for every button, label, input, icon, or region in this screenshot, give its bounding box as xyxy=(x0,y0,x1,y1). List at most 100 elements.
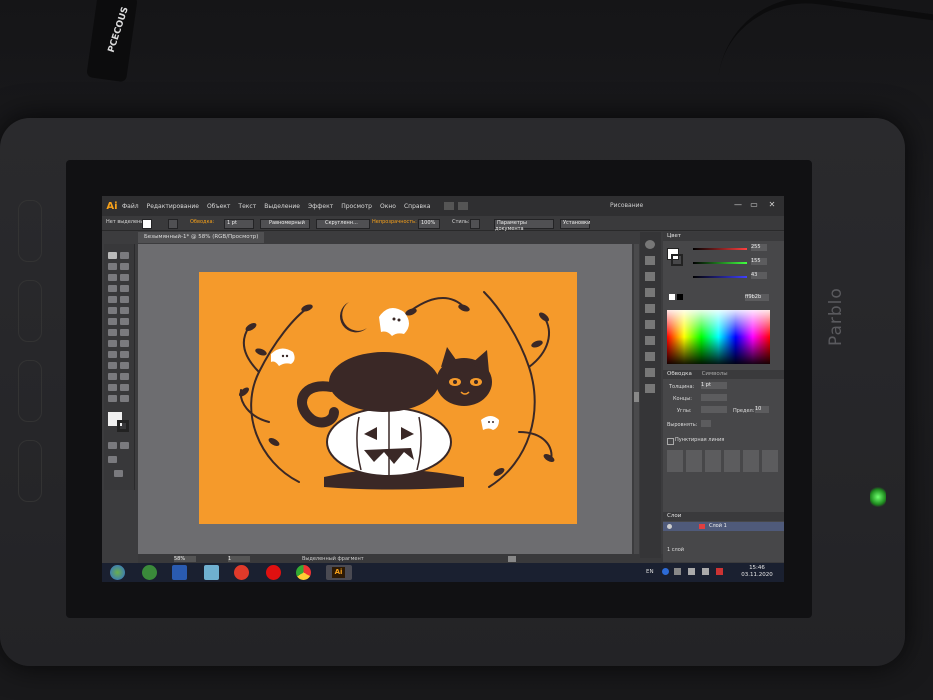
language-indicator[interactable]: EN xyxy=(646,569,654,575)
color-panel-icon[interactable] xyxy=(645,240,655,249)
pencil-tool-icon[interactable] xyxy=(108,307,117,314)
layer-name[interactable]: Слой 1 xyxy=(709,522,727,531)
color-mode-icon[interactable] xyxy=(108,442,117,449)
gradient-tool-icon[interactable] xyxy=(120,351,129,358)
free-transform-tool-icon[interactable] xyxy=(120,329,129,336)
transform-panel-icon[interactable] xyxy=(645,352,655,361)
blend-tool-icon[interactable] xyxy=(120,362,129,369)
ok-icon[interactable] xyxy=(234,565,249,580)
zoom-field[interactable]: 58% xyxy=(174,556,196,562)
hex-value[interactable]: ff9b2b xyxy=(745,294,769,301)
arrange-icon[interactable] xyxy=(458,202,469,210)
artboard-number-field[interactable]: 1 xyxy=(228,556,250,562)
tab-stroke[interactable]: Обводка xyxy=(663,371,692,377)
workspace-switcher[interactable]: Рисование xyxy=(610,202,643,209)
network-tray-icon[interactable] xyxy=(688,568,695,575)
menu-window[interactable]: Окно xyxy=(380,203,396,210)
illustrator-taskbar-button[interactable]: Ai xyxy=(326,565,352,580)
document-settings-button[interactable]: Параметры документа xyxy=(494,219,554,232)
eraser-tool-icon[interactable] xyxy=(120,307,129,314)
selection-tool-icon[interactable] xyxy=(108,252,117,259)
appearance-panel-icon[interactable] xyxy=(645,336,655,345)
menu-type[interactable]: Текст xyxy=(238,203,256,210)
line-tool-icon[interactable] xyxy=(120,285,129,292)
menu-help[interactable]: Справка xyxy=(404,203,430,210)
stroke-label[interactable]: Обводка: xyxy=(190,219,214,225)
fill-swatch[interactable] xyxy=(142,219,152,229)
minimize-button[interactable]: — xyxy=(732,200,744,210)
paintbrush-tool-icon[interactable] xyxy=(120,296,129,303)
bridge-icon[interactable] xyxy=(444,202,455,210)
align-stroke-buttons[interactable] xyxy=(701,420,711,427)
align-panel-icon[interactable] xyxy=(645,368,655,377)
menu-edit[interactable]: Редактирование xyxy=(147,203,199,210)
corner-buttons[interactable] xyxy=(701,406,727,413)
shape-builder-tool-icon[interactable] xyxy=(108,340,117,347)
style-swatch[interactable] xyxy=(470,219,480,229)
weight-field[interactable]: 1 pt xyxy=(701,382,727,389)
document-tab[interactable]: Безымянный-1* @ 58% (RGB/Просмотр) xyxy=(138,232,265,243)
dashed-line-checkbox[interactable] xyxy=(667,438,674,445)
eye-icon[interactable] xyxy=(667,524,672,529)
stroke-swatch[interactable] xyxy=(168,219,178,229)
notification-tray-icon[interactable] xyxy=(716,568,723,575)
layers-panel-title[interactable]: Слои xyxy=(663,512,784,521)
preferences-button[interactable]: Установки xyxy=(560,219,590,229)
guide-panel-icon[interactable] xyxy=(645,256,655,265)
menu-effect[interactable]: Эффект xyxy=(308,203,333,210)
perspective-tool-icon[interactable] xyxy=(120,340,129,347)
mesh-tool-icon[interactable] xyxy=(108,351,117,358)
color-panel-stroke[interactable] xyxy=(671,254,683,266)
vertical-scroll-thumb[interactable] xyxy=(634,392,639,402)
direct-selection-tool-icon[interactable] xyxy=(120,252,129,259)
horizontal-scroll-thumb[interactable] xyxy=(508,556,516,562)
blue-slider[interactable] xyxy=(693,276,747,278)
rotate-tool-icon[interactable] xyxy=(108,318,117,325)
green-slider[interactable] xyxy=(693,262,747,264)
color-panel-title[interactable]: Цвет xyxy=(663,232,784,241)
layer-row[interactable]: Слой 1 xyxy=(663,522,784,531)
white-swatch[interactable] xyxy=(669,294,675,300)
screen-mode-icon[interactable] xyxy=(114,470,123,477)
graphic-styles-panel-icon[interactable] xyxy=(645,320,655,329)
start-button-icon[interactable] xyxy=(110,565,125,580)
swatches-panel-icon[interactable] xyxy=(645,272,655,281)
tray-arrow-icon[interactable] xyxy=(674,568,681,575)
rectangle-tool-icon[interactable] xyxy=(108,296,117,303)
maximize-button[interactable]: ▭ xyxy=(748,200,760,210)
symbol-sprayer-tool-icon[interactable] xyxy=(108,373,117,380)
chrome-icon[interactable] xyxy=(296,565,311,580)
scale-tool-icon[interactable] xyxy=(120,318,129,325)
volume-tray-icon[interactable] xyxy=(702,568,709,575)
red-value[interactable]: 255 xyxy=(751,244,767,251)
draw-mode-icon[interactable] xyxy=(108,456,117,463)
limit-field[interactable]: 10 xyxy=(755,406,769,413)
dash-gap-fields[interactable] xyxy=(667,450,779,472)
black-swatch[interactable] xyxy=(677,294,683,300)
brushes-panel-icon[interactable] xyxy=(645,288,655,297)
type-tool-icon[interactable] xyxy=(108,285,117,292)
graph-tool-icon[interactable] xyxy=(120,373,129,380)
opacity-label[interactable]: Непрозрачность: xyxy=(372,219,417,225)
brush-select[interactable]: Скругленн... xyxy=(316,219,370,229)
menu-view[interactable]: Просмотр xyxy=(341,203,372,210)
utorrent-icon[interactable] xyxy=(142,565,157,580)
red-slider[interactable] xyxy=(693,248,747,250)
green-value[interactable]: 155 xyxy=(751,258,767,265)
symbols-panel-icon[interactable] xyxy=(645,304,655,313)
vertical-scrollbar[interactable] xyxy=(634,244,639,554)
help-tray-icon[interactable] xyxy=(662,568,669,575)
opera-icon[interactable] xyxy=(266,565,281,580)
curvature-tool-icon[interactable] xyxy=(120,274,129,281)
zoom-tool-icon[interactable] xyxy=(120,395,129,402)
menu-file[interactable]: Файл xyxy=(122,203,139,210)
artboard[interactable] xyxy=(199,272,577,524)
menu-object[interactable]: Объект xyxy=(207,203,230,210)
taskbar-clock[interactable]: 15:46 03.11.2020 xyxy=(732,565,782,579)
blue-value[interactable]: 43 xyxy=(751,272,767,279)
profile-select[interactable]: Равномерный xyxy=(260,219,310,229)
tab-symbols[interactable]: Символы xyxy=(694,371,728,377)
pen-tool-icon[interactable] xyxy=(108,274,117,281)
files-icon[interactable] xyxy=(204,565,219,580)
pathfinder-panel-icon[interactable] xyxy=(645,384,655,393)
